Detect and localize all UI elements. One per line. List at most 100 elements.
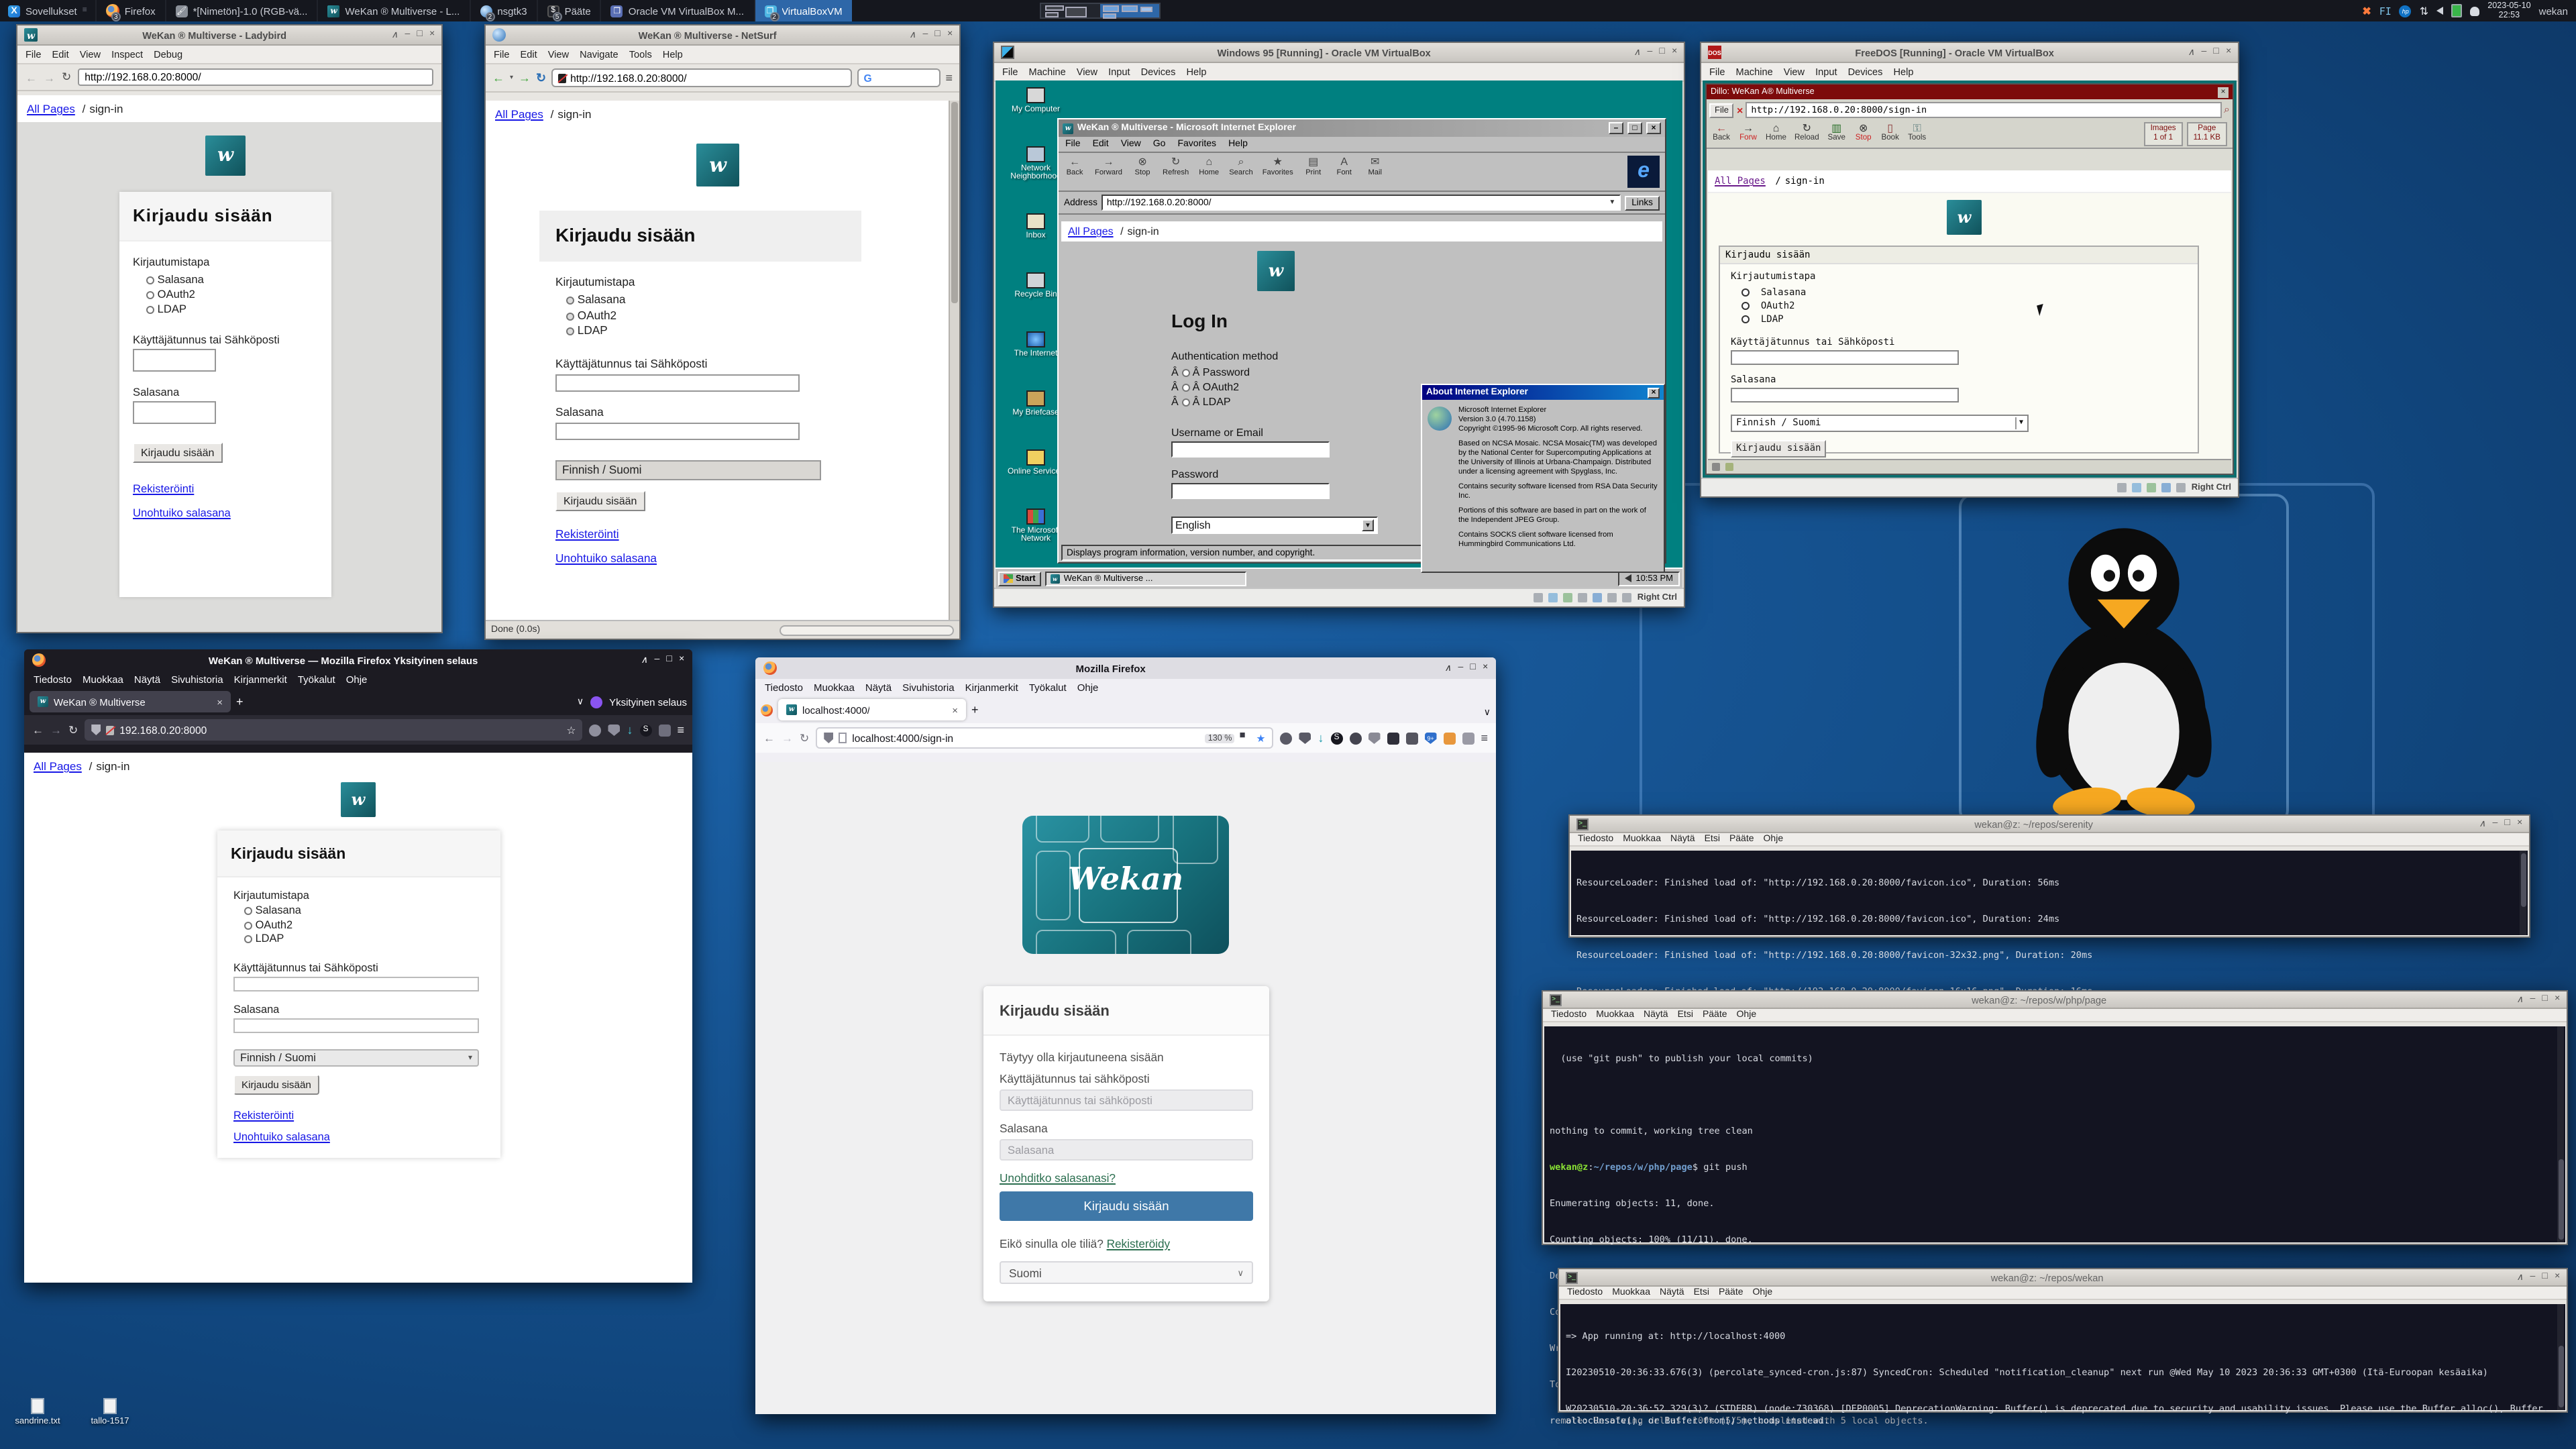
maximize-icon[interactable]: □ xyxy=(666,655,672,665)
web-search-input[interactable]: G xyxy=(857,68,940,87)
password-input[interactable] xyxy=(133,401,216,424)
close-icon[interactable]: × xyxy=(1648,387,1660,398)
terminal-titlebar[interactable]: >_ wekan@z: ~/repos/serenity ∧–□× xyxy=(1570,816,2529,833)
taskbar-item-firefox[interactable]: Firefox 3 xyxy=(95,0,165,21)
firefox-view-icon[interactable] xyxy=(761,704,773,716)
menu-item[interactable]: Pääte xyxy=(1719,1288,1743,1297)
maximize-icon[interactable]: □ xyxy=(417,30,422,40)
menu-item[interactable]: Debug xyxy=(154,48,182,60)
menu-item[interactable]: Help xyxy=(663,48,683,60)
shield-icon[interactable] xyxy=(91,724,101,735)
menu-item[interactable]: File xyxy=(1709,66,1725,78)
radio-option[interactable]: Â Â OAuth2 xyxy=(1171,380,1378,394)
menu-item[interactable]: Pääte xyxy=(1729,835,1754,844)
ladybird-titlebar[interactable]: w WeKan ® Multiverse - Ladybird ∧–□× xyxy=(17,25,441,46)
radio-icon[interactable] xyxy=(146,276,154,284)
close-icon[interactable]: × xyxy=(1672,47,1677,58)
radio-option[interactable]: LDAP xyxy=(244,932,484,947)
password-input[interactable] xyxy=(1000,1139,1253,1161)
netsurf-vscrollbar[interactable] xyxy=(949,101,959,620)
back-icon[interactable]: ← xyxy=(32,723,44,737)
save-button[interactable]: ▥Save xyxy=(1827,122,1846,142)
close-icon[interactable]: × xyxy=(429,30,435,40)
username-input[interactable] xyxy=(133,349,216,372)
menu-item[interactable]: Edit xyxy=(52,48,69,60)
tab-close-icon[interactable]: × xyxy=(217,696,223,708)
menu-item[interactable]: Machine xyxy=(1736,66,1773,78)
all-pages-link[interactable]: All Pages xyxy=(27,102,75,115)
menu-item[interactable]: Tiedosto xyxy=(1551,1010,1587,1020)
about-titlebar[interactable]: About Internet Explorer × xyxy=(1422,385,1664,400)
radio-option[interactable]: LDAP xyxy=(566,323,845,339)
username-input[interactable] xyxy=(1171,441,1330,458)
menu-item[interactable]: Ohje xyxy=(346,674,368,686)
file-menu-button[interactable]: File xyxy=(1709,103,1734,117)
shade-icon[interactable]: ∧ xyxy=(2188,47,2194,58)
maximize-icon[interactable]: □ xyxy=(2213,47,2218,58)
language-select[interactable]: Suomi∨ xyxy=(1000,1261,1253,1284)
terminal-output[interactable]: (use "git push" to publish your local co… xyxy=(1544,1026,2565,1242)
new-tab-button[interactable]: + xyxy=(971,703,979,716)
radio-option[interactable]: LDAP xyxy=(1741,313,2187,326)
radio-icon[interactable] xyxy=(244,907,252,915)
reader-icon[interactable] xyxy=(1240,733,1250,743)
reload-icon[interactable]: ↻ xyxy=(62,70,71,85)
maximize-icon[interactable]: □ xyxy=(1627,122,1642,134)
dropdown-icon[interactable]: ∨ xyxy=(1237,1267,1244,1278)
battery-icon[interactable] xyxy=(2451,4,2462,17)
keyboard-layout-indicator[interactable]: FI xyxy=(2379,5,2392,17)
back-button[interactable]: ←Back xyxy=(1712,122,1731,142)
security-icon[interactable] xyxy=(1712,463,1720,471)
bug-meter-icon[interactable] xyxy=(1725,463,1733,471)
url-bar[interactable]: localhost:4000/sign-in 130 % ★ xyxy=(816,727,1273,749)
radio-option[interactable]: Â Â LDAP xyxy=(1171,394,1378,409)
menu-item[interactable]: Ohje xyxy=(1764,835,1784,844)
username-input[interactable] xyxy=(555,374,800,391)
ublock-icon[interactable]: 9+ xyxy=(1424,732,1436,744)
menu-item[interactable]: Näytä xyxy=(1660,1288,1684,1297)
tab-localhost[interactable]: w localhost:4000/ × xyxy=(778,699,966,720)
menu-item[interactable]: Kirjanmerkit xyxy=(965,682,1018,694)
terminal-output[interactable]: ResourceLoader: Finished load of: "http:… xyxy=(1571,851,2528,935)
menu-item[interactable]: Inspect xyxy=(111,48,143,60)
menu-item[interactable]: Ohje xyxy=(1737,1010,1757,1020)
menu-item[interactable]: Sivuhistoria xyxy=(902,682,955,694)
menu-item[interactable]: Etsi xyxy=(1694,1288,1709,1297)
register-link[interactable]: Rekisteröinti xyxy=(555,527,619,540)
print-button[interactable]: ▤Print xyxy=(1303,156,1324,177)
menu-item[interactable]: Edit xyxy=(1093,140,1109,149)
forward-button[interactable]: →Forward xyxy=(1095,156,1122,177)
radio-option[interactable]: Salasana xyxy=(244,904,484,918)
minimize-icon[interactable]: – xyxy=(1458,663,1464,674)
register-link[interactable]: Rekisteröinti xyxy=(233,1109,294,1121)
shade-icon[interactable]: ∧ xyxy=(391,30,398,40)
menu-item[interactable]: Muokkaa xyxy=(814,682,855,694)
all-pages-link[interactable]: All Pages xyxy=(34,759,82,773)
reload-button[interactable]: ↻Reload xyxy=(1794,122,1819,142)
menu-item[interactable]: Muokkaa xyxy=(1612,1288,1650,1297)
maximize-icon[interactable]: □ xyxy=(2504,818,2510,829)
insecure-lock-icon[interactable] xyxy=(106,725,114,735)
home-button[interactable]: ⌂Home xyxy=(1198,156,1220,177)
register-link[interactable]: Rekisteröinti xyxy=(133,482,194,495)
firefox-titlebar[interactable]: WeKan ® Multiverse — Mozilla Firefox Yks… xyxy=(24,649,692,671)
radio-icon[interactable] xyxy=(1181,369,1189,377)
menu-item[interactable]: Devices xyxy=(1141,66,1176,78)
clock[interactable]: 2023-05-1022:53 xyxy=(2487,1,2530,20)
shade-icon[interactable]: ∧ xyxy=(2479,818,2485,829)
minimize-icon[interactable]: – xyxy=(923,30,928,40)
clear-url-icon[interactable]: × xyxy=(1737,104,1743,116)
shade-icon[interactable]: ∧ xyxy=(909,30,916,40)
menu-item[interactable]: File xyxy=(25,48,42,60)
back-icon[interactable]: ← xyxy=(25,70,37,84)
dropdown-icon[interactable]: ▼ xyxy=(2015,417,2023,429)
home-button[interactable]: ⌂Home xyxy=(1766,122,1786,142)
forgot-password-link[interactable]: Unohtuiko salasana xyxy=(133,506,231,519)
url-input[interactable]: http://192.168.0.20:8000/ xyxy=(551,68,851,87)
terminal-scrollbar[interactable] xyxy=(2557,1026,2564,1242)
back-button[interactable]: ←Back xyxy=(1064,156,1085,177)
ext-pen-icon[interactable] xyxy=(1443,732,1455,744)
taskbar-item-terminal[interactable]: $ Pääte 5 xyxy=(537,0,600,21)
menu-icon[interactable]: ≡ xyxy=(1481,731,1488,745)
download-icon[interactable]: ↓ xyxy=(627,723,633,737)
